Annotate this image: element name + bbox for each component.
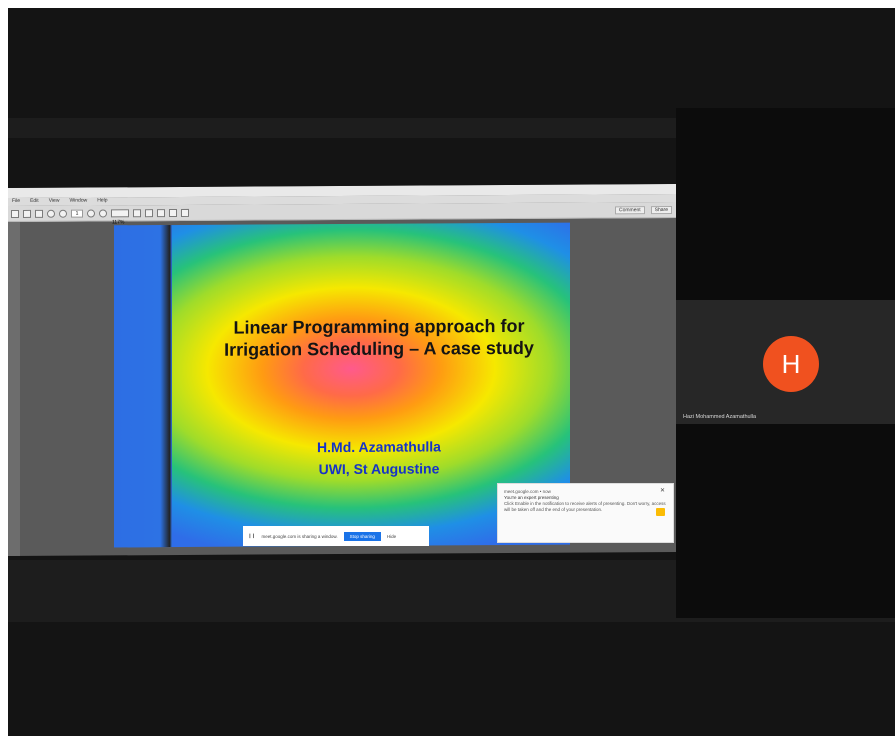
participant-avatar: H xyxy=(763,336,819,392)
participant-name: Hazi Mohammed Azamathulla xyxy=(683,414,757,420)
author-name: H.Md. Azamathulla xyxy=(317,438,441,456)
screen-share-bar: ❙❙ meet.google.com is sharing a window. … xyxy=(243,526,429,546)
share-text: meet.google.com is sharing a window. xyxy=(261,533,338,539)
app-icon xyxy=(656,508,665,516)
hide-button[interactable]: Hide xyxy=(387,534,396,539)
next-page-icon[interactable] xyxy=(59,209,67,218)
print-icon[interactable] xyxy=(23,209,31,218)
fullscreen-icon[interactable] xyxy=(181,208,189,217)
zoom-select[interactable]: 117% xyxy=(111,208,129,225)
zoom-in-icon[interactable] xyxy=(99,208,107,217)
toolbar-right: Comment Share xyxy=(614,205,676,214)
menu-view[interactable]: View xyxy=(49,198,60,206)
stop-sharing-button[interactable]: Stop sharing xyxy=(343,531,381,541)
notification-popup[interactable]: meet.google.com • now You're an expert p… xyxy=(497,483,674,543)
comment-button[interactable]: Comment xyxy=(614,205,645,214)
comment-icon[interactable] xyxy=(157,208,165,217)
menu-edit[interactable]: Edit xyxy=(30,198,39,206)
highlight-icon[interactable] xyxy=(169,208,177,217)
menu-file[interactable]: File xyxy=(12,198,20,206)
slide-author: H.Md. Azamathulla UWI, St Augustine xyxy=(294,435,464,480)
previous-page-icon[interactable] xyxy=(47,209,55,218)
fit-width-icon[interactable] xyxy=(145,208,153,217)
share-button[interactable]: Share xyxy=(650,205,672,214)
zoom-value: 117% xyxy=(112,218,125,225)
menu-help[interactable]: Help xyxy=(97,197,107,205)
menu-window[interactable]: Window xyxy=(69,198,87,206)
navigation-pane xyxy=(8,221,20,557)
slide-title: Linear Programming approach for Irrigati… xyxy=(224,315,534,360)
mail-icon[interactable] xyxy=(35,209,43,218)
share-indicator-icon: ❙❙ xyxy=(248,533,256,538)
zoom-out-icon[interactable] xyxy=(87,209,95,218)
open-icon[interactable] xyxy=(11,209,19,218)
viewer-toolbar: 1 117% Comment Share xyxy=(8,201,676,225)
fit-page-icon[interactable] xyxy=(133,208,141,217)
page-number-field[interactable]: 1 xyxy=(71,209,83,218)
close-icon[interactable]: ✕ xyxy=(660,488,665,494)
slide-left-bar xyxy=(114,225,172,548)
author-affiliation: UWI, St Augustine xyxy=(318,460,440,478)
notification-body: Click Enable in the notification to rece… xyxy=(504,501,666,512)
